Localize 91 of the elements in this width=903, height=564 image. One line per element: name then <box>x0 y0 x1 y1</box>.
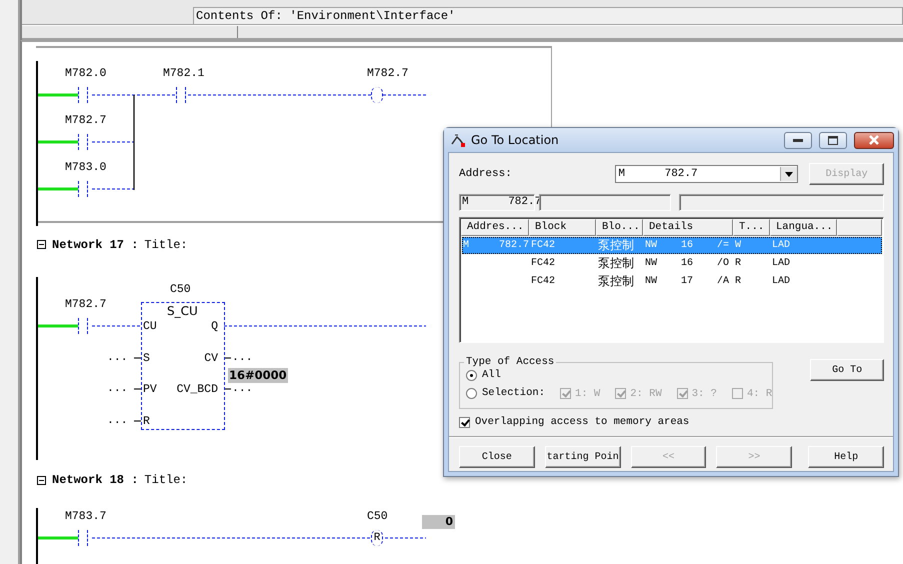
list-row[interactable]: FC42 泵控制 NW 17 /A R LAD <box>462 273 882 290</box>
column-header[interactable]: Block <box>529 219 596 236</box>
pin-label: CV <box>204 350 218 367</box>
checkbox-label: 1: W <box>575 388 600 400</box>
open-input[interactable]: ... <box>107 380 128 397</box>
list-cell-text: W <box>734 240 742 251</box>
open-input[interactable]: ... <box>107 412 128 429</box>
operand-label: M782.7 <box>367 66 408 82</box>
operand-label: M782.7 <box>65 113 106 129</box>
checkbox-label: 3: ? <box>692 388 717 400</box>
column-header[interactable] <box>837 219 882 236</box>
list-cell-text: FC42 <box>530 276 556 287</box>
contact-icon[interactable] <box>78 181 88 197</box>
list-cell-text: LAD <box>771 240 792 251</box>
operand-label: M782.0 <box>65 66 106 82</box>
contact-icon[interactable] <box>78 87 88 103</box>
list-cell-text: LAD <box>771 276 792 287</box>
contact-icon[interactable] <box>78 318 88 334</box>
coil-icon[interactable] <box>371 87 383 103</box>
radio-button[interactable] <box>466 388 477 399</box>
operand-label: M783.7 <box>65 509 106 526</box>
radio-label: All <box>481 368 502 383</box>
list-cell-text: NW 16 /= <box>644 240 730 251</box>
window-title: Go To Location <box>471 133 560 147</box>
dialog-button[interactable]: Close <box>459 446 535 468</box>
pin-label: CV_BCD <box>176 382 218 398</box>
checkbox-label: Overlapping access to memory areas <box>475 416 690 428</box>
list-cell-text: FC42 <box>530 258 556 269</box>
open-output[interactable]: ... <box>232 350 253 366</box>
maximize-icon <box>828 136 838 144</box>
column-header[interactable]: Details <box>643 219 733 236</box>
status-value: 16#0000 <box>228 368 288 383</box>
close-icon <box>868 135 880 145</box>
network-number: Network 17 : <box>52 238 138 252</box>
operand-label: M783.0 <box>65 160 106 176</box>
open-output[interactable]: ... <box>232 380 253 397</box>
list-cell-text: NW 17 /A <box>644 276 730 287</box>
close-button[interactable] <box>854 132 894 148</box>
group-label: Type of Access <box>465 356 556 368</box>
list-cell-text: 泵控制 <box>597 255 635 272</box>
open-input[interactable]: ... <box>107 350 128 366</box>
contents-label: Contents Of: 'Environment\Interface' <box>193 7 903 25</box>
dropdown-icon <box>785 172 794 176</box>
list-cell-text: R <box>734 258 742 269</box>
collapse-icon[interactable] <box>37 240 46 250</box>
dialog-button[interactable]: Help <box>808 446 884 468</box>
pin-label: CU <box>143 318 157 335</box>
network-title: Title: <box>144 238 188 252</box>
list-cell-text: R <box>734 276 742 287</box>
reset-coil[interactable]: R <box>371 530 383 546</box>
go-to-button[interactable]: Go To <box>810 359 884 381</box>
network-title: Title: <box>144 473 188 488</box>
operand-label: C50 <box>367 509 388 526</box>
collapse-icon[interactable] <box>37 476 46 485</box>
list-cell-text: NW 16 /O <box>644 258 730 269</box>
address-combobox[interactable]: M 782.7 <box>615 165 798 183</box>
pin-label: Q <box>211 318 218 335</box>
pin-label: PV <box>143 382 157 398</box>
address-label: Address: <box>459 168 513 180</box>
block-type: S_CU <box>167 304 198 318</box>
app-icon <box>450 132 466 148</box>
counter-box[interactable]: S_CU CU S PV R Q CV CV_BCD <box>141 302 225 430</box>
list-cell-text: 泵控制 <box>597 237 635 254</box>
network-number: Network 18 : <box>52 473 138 488</box>
column-header[interactable]: Addres... <box>461 219 529 236</box>
pin-label: R <box>143 414 150 430</box>
contact-icon[interactable] <box>176 87 186 103</box>
list-cell-text: FC42 <box>530 240 556 251</box>
operand-label: M782.7 <box>65 296 106 313</box>
minimize-icon <box>793 138 803 142</box>
dialog-button[interactable]: tarting Poin <box>544 446 621 468</box>
minimize-button[interactable] <box>784 132 812 148</box>
column-header[interactable]: Blo... <box>596 219 643 236</box>
contact-icon[interactable] <box>78 134 88 150</box>
operand-label: C50 <box>170 282 191 298</box>
radio-label: Selection: <box>481 386 546 401</box>
contact-icon[interactable] <box>78 530 88 546</box>
list-cell-text: 泵控制 <box>597 273 635 290</box>
maximize-button[interactable] <box>819 132 847 148</box>
pin-label: S <box>143 350 150 367</box>
list-row[interactable]: FC42 泵控制 NW 16 /O R LAD <box>462 255 882 272</box>
checkbox[interactable] <box>459 416 470 428</box>
column-header[interactable]: T... <box>733 219 770 236</box>
list-cell: M 782.7 <box>462 240 530 251</box>
column-header[interactable]: Langua... <box>770 219 837 236</box>
checkbox-label: 4: R <box>746 388 772 400</box>
operand-label: M782.1 <box>163 66 204 82</box>
status-value: 0 <box>422 515 455 530</box>
checkbox-label: 2: RW <box>630 388 662 400</box>
list-cell-text: LAD <box>771 258 792 269</box>
radio-button[interactable] <box>466 370 477 381</box>
